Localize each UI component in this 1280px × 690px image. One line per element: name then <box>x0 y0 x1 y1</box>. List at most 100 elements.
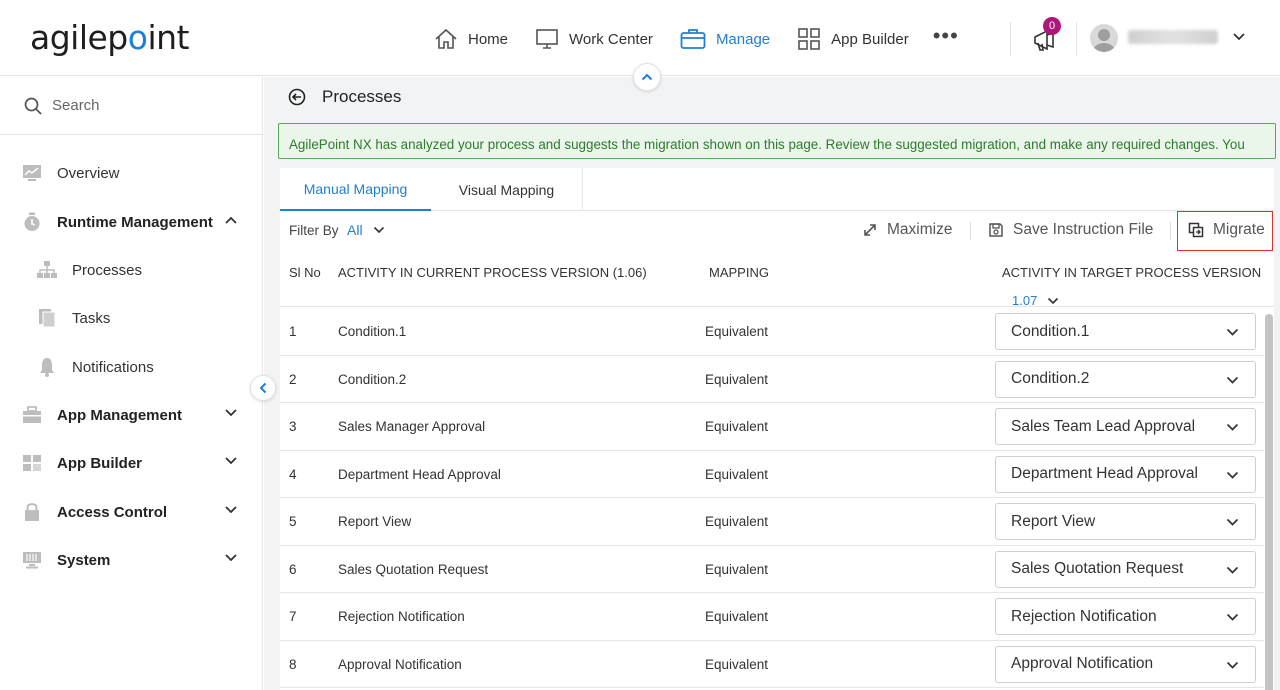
mapping-toolbar: Filter By All Maximize Save Instruction … <box>280 211 1274 251</box>
mapping-status: Equivalent <box>705 514 769 529</box>
tab-manual-mapping[interactable]: Manual Mapping <box>280 168 431 211</box>
column-header-slno: Sl No <box>289 265 321 280</box>
collapse-sidebar-button[interactable] <box>250 375 276 401</box>
target-activity-select[interactable]: Report View <box>995 503 1256 540</box>
chart-icon <box>22 163 42 183</box>
lock-icon <box>22 502 42 522</box>
sidebar-item-app-builder[interactable]: App Builder <box>0 443 262 483</box>
row-number: 6 <box>289 561 297 577</box>
nav-work-center-label: Work Center <box>569 30 653 48</box>
tasks-icon <box>37 308 57 328</box>
chevron-up-icon <box>225 216 237 224</box>
sidebar-item-label: Overview <box>57 164 120 182</box>
sidebar-item-access-control[interactable]: Access Control <box>0 492 262 532</box>
target-activity-select[interactable]: Condition.1 <box>995 313 1256 350</box>
sidebar-item-label: Tasks <box>72 309 111 327</box>
chevron-down-icon <box>225 554 237 562</box>
tab-visual-mapping[interactable]: Visual Mapping <box>431 168 582 211</box>
migrate-button[interactable]: Migrate <box>1188 221 1265 239</box>
mapping-status: Equivalent <box>705 561 769 577</box>
sidebar-item-label: Notifications <box>72 358 154 376</box>
sidebar-search[interactable]: Search <box>0 77 262 135</box>
save-instruction-file-button[interactable]: Save Instruction File <box>988 221 1153 239</box>
target-activity-select[interactable]: Department Head Approval <box>995 455 1256 493</box>
chevron-down-icon <box>373 226 384 234</box>
toolbox-icon <box>22 405 42 425</box>
main-nav: Home Work Center Manage App Builder ••• <box>434 23 959 54</box>
chevron-down-icon <box>1226 661 1239 669</box>
username-blurred[interactable] <box>1128 30 1218 44</box>
chevron-up-icon <box>641 73 653 81</box>
sidebar-item-label: Processes <box>72 261 143 279</box>
chevron-down-icon[interactable] <box>1232 32 1246 42</box>
target-activity-select[interactable]: Sales Team Lead Approval <box>995 408 1256 445</box>
target-activity-select[interactable]: Approval Notification <box>995 645 1256 683</box>
chevron-down-icon <box>1226 613 1239 621</box>
table-row: 4 Department Head Approval Equivalent Depar… <box>280 451 1264 498</box>
maximize-button[interactable]: Maximize <box>862 221 952 239</box>
target-activity-value: Condition.2 <box>1011 370 1090 387</box>
row-number: 5 <box>289 514 297 529</box>
server-icon <box>22 550 42 570</box>
nav-manage[interactable]: Manage <box>680 28 770 50</box>
sidebar-item-system[interactable]: System <box>0 540 262 580</box>
tab-divider <box>582 168 583 211</box>
stopwatch-icon <box>22 212 42 232</box>
sidebar-item-notifications[interactable]: Notifications <box>0 347 262 387</box>
mapping-tabs: Manual Mapping Visual Mapping <box>280 168 1274 211</box>
target-version-dropdown[interactable]: 1.07 <box>1012 293 1059 308</box>
sidebar-item-runtime-management[interactable]: Runtime Management <box>0 202 262 242</box>
sidebar-item-processes[interactable]: Processes <box>0 250 262 290</box>
chevron-down-icon <box>1226 566 1239 574</box>
back-arrow-icon[interactable] <box>288 88 306 106</box>
sidebar-item-overview[interactable]: Overview <box>0 153 262 193</box>
sidebar: Search Overview Runtime Management Proce… <box>0 77 263 690</box>
page-title-text: Processes <box>322 87 402 106</box>
sidebar-item-label: Access Control <box>57 503 168 521</box>
sidebar-item-tasks[interactable]: Tasks <box>0 298 262 338</box>
target-activity-value: Approval Notification <box>1011 655 1154 672</box>
current-activity: Approval Notification <box>338 656 462 672</box>
current-activity: Condition.1 <box>338 324 407 339</box>
more-icon[interactable]: ••• <box>933 23 959 49</box>
search-icon <box>24 97 42 115</box>
filter-label: Filter By <box>289 223 339 238</box>
nav-app-builder[interactable]: App Builder <box>797 28 909 50</box>
save-instruction-file-label: Save Instruction File <box>1013 221 1154 238</box>
main-content: Processes AgilePoint NX has analyzed you… <box>264 77 1280 690</box>
migration-info-alert: AgilePoint NX has analyzed your process … <box>278 123 1276 159</box>
target-activity-select[interactable]: Condition.2 <box>995 360 1256 398</box>
table-scrollbar[interactable] <box>1265 314 1273 690</box>
filter-dropdown[interactable]: All <box>347 222 385 238</box>
table-row: 8 Approval Notification Equivalent Approval… <box>280 641 1264 688</box>
nav-manage-label: Manage <box>715 30 771 48</box>
column-header-current-activity: ACTIVITY IN CURRENT PROCESS VERSION (1.0… <box>338 265 647 280</box>
avatar[interactable] <box>1090 24 1118 52</box>
table-row: 7 Rejection Notification Equivalent Rejecti… <box>280 593 1264 641</box>
nav-work-center[interactable]: Work Center <box>535 28 653 50</box>
target-activity-value: Rejection Notification <box>1011 607 1157 625</box>
column-header-mapping: MAPPING <box>709 265 769 280</box>
chevron-down-icon <box>1226 376 1239 384</box>
mapping-status: Equivalent <box>705 371 769 387</box>
mapping-status: Equivalent <box>705 656 769 672</box>
target-activity-select[interactable]: Rejection Notification <box>995 598 1256 635</box>
target-activity-value: Report View <box>1011 512 1096 530</box>
nav-home[interactable]: Home <box>434 28 508 50</box>
filter-value: All <box>347 222 363 238</box>
monitor-icon <box>536 29 558 49</box>
chevron-down-icon <box>1048 297 1059 304</box>
notification-badge: 0 <box>1043 17 1061 35</box>
target-activity-select[interactable]: Sales Quotation Request <box>995 550 1256 588</box>
mapping-status: Equivalent <box>705 419 769 434</box>
mapping-status: Equivalent <box>705 466 769 482</box>
agilepoint-logo[interactable]: agilepoint <box>30 18 189 57</box>
row-number: 2 <box>289 371 297 387</box>
mapping-status: Equivalent <box>705 324 769 339</box>
sidebar-item-app-management[interactable]: App Management <box>0 395 262 435</box>
target-activity-value: Condition.1 <box>1011 322 1090 340</box>
collapse-header-button[interactable] <box>633 63 661 91</box>
current-activity: Report View <box>338 514 412 529</box>
briefcase-icon <box>680 29 706 49</box>
current-activity: Sales Quotation Request <box>338 561 489 577</box>
